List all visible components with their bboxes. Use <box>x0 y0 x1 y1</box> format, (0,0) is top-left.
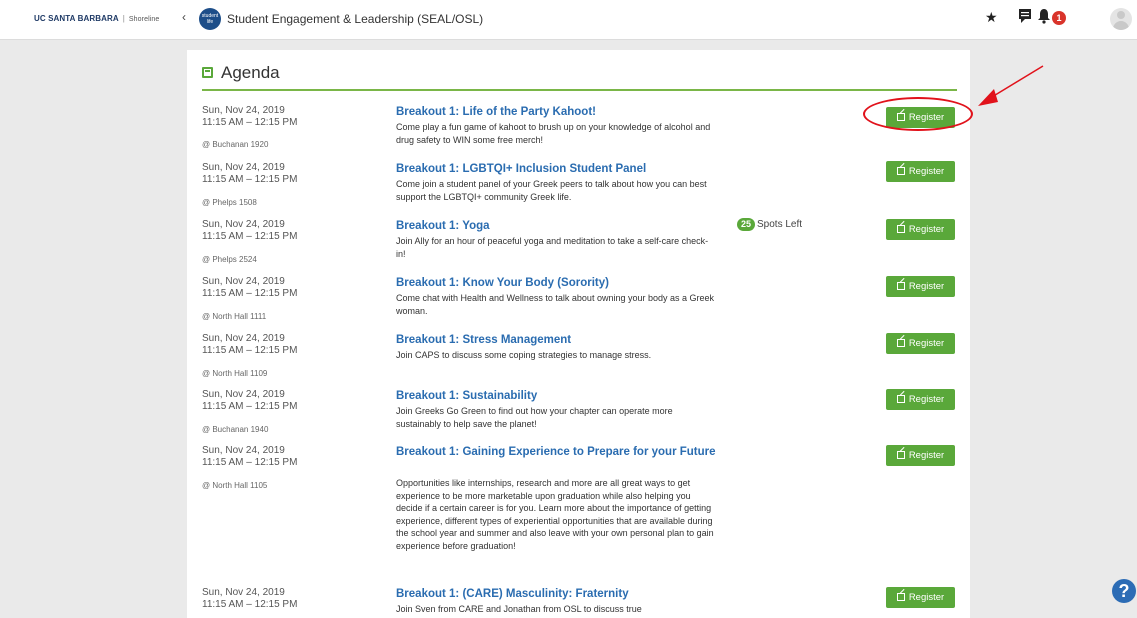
register-button[interactable]: Register <box>886 107 955 128</box>
event-date-line: Sun, Nov 24, 2019 <box>202 389 285 400</box>
event-title-link[interactable]: Breakout 1: Stress Management <box>396 333 716 348</box>
event-time: 11:15 AM – 12:15 PM <box>202 345 298 356</box>
org-logo[interactable]: student life <box>199 8 221 30</box>
event-title-link[interactable]: Breakout 1: LGBTQI+ Inclusion Student Pa… <box>396 162 716 177</box>
event-title-link[interactable]: Breakout 1: Yoga <box>396 219 716 234</box>
register-label: Register <box>908 338 945 349</box>
register-label: Register <box>908 224 945 235</box>
register-button[interactable]: Register <box>886 161 955 182</box>
event-title-link[interactable]: Breakout 1: (CARE) Masculinity: Fraterni… <box>396 587 716 602</box>
event-location: @ Phelps 1508 <box>202 198 257 207</box>
avatar-head-shape <box>1117 11 1125 19</box>
calendar-icon <box>202 67 213 78</box>
event-description: Opportunities like internships, research… <box>396 478 714 551</box>
register-button[interactable]: Register <box>886 587 955 608</box>
event-location: @ North Hall 1105 <box>202 481 268 490</box>
event-location: @ Buchanan 1920 <box>202 140 269 149</box>
notification-count-badge[interactable]: 1 <box>1052 11 1066 25</box>
event-date: Sun, Nov 24, 2019 11:15 AM – 12:15 PM <box>202 587 297 611</box>
event-date-line: Sun, Nov 24, 2019 <box>202 276 285 287</box>
event-time: 11:15 AM – 12:15 PM <box>202 457 298 468</box>
help-button[interactable]: ? <box>1112 579 1136 603</box>
org-name-link[interactable]: Student Engagement & Leadership (SEAL/OS… <box>227 12 483 26</box>
spots-left-indicator: 25 Spots Left <box>737 218 802 231</box>
event-date-line: Sun, Nov 24, 2019 <box>202 333 285 344</box>
agenda-panel: Agenda Sun, Nov 24, 2019 11:15 AM – 12:1… <box>187 50 970 618</box>
event-description: Come play a fun game of kahoot to brush … <box>396 122 711 145</box>
event-location: @ Phelps 2524 <box>202 255 257 264</box>
brand-logo[interactable]: UC SANTA BARBARA | Shoreline <box>34 14 159 23</box>
brand-separator: | <box>122 14 125 23</box>
bell-icon-glyph <box>1038 9 1050 24</box>
event-date-line: Sun, Nov 24, 2019 <box>202 445 285 456</box>
chat-icon-glyph <box>1019 9 1031 23</box>
arrow-head <box>978 89 998 106</box>
edit-icon <box>896 167 905 175</box>
event-date-line: Sun, Nov 24, 2019 <box>202 162 285 173</box>
event-date: Sun, Nov 24, 2019 11:15 AM – 12:15 PM <box>202 219 297 243</box>
register-label: Register <box>908 394 945 405</box>
event-time: 11:15 AM – 12:15 PM <box>202 231 298 242</box>
event-title-link[interactable]: Breakout 1: Know Your Body (Sorority) <box>396 276 716 291</box>
register-button[interactable]: Register <box>886 219 955 240</box>
event-location: @ Buchanan 1940 <box>202 425 269 434</box>
edit-icon <box>896 593 905 601</box>
event-date: Sun, Nov 24, 2019 11:15 AM – 12:15 PM <box>202 276 297 300</box>
edit-icon <box>896 451 905 459</box>
edit-icon <box>896 282 905 290</box>
event-date-line: Sun, Nov 24, 2019 <box>202 587 285 598</box>
event-time: 11:15 AM – 12:15 PM <box>202 288 298 299</box>
event-time: 11:15 AM – 12:15 PM <box>202 174 298 185</box>
event-title-link[interactable]: Breakout 1: Life of the Party Kahoot! <box>396 105 716 120</box>
arrow-shaft <box>986 65 1044 101</box>
register-button[interactable]: Register <box>886 445 955 466</box>
register-label: Register <box>908 592 945 603</box>
event-date-line: Sun, Nov 24, 2019 <box>202 105 285 116</box>
event-title-link[interactable]: Breakout 1: Sustainability <box>396 389 716 404</box>
spots-count-badge: 25 <box>737 218 756 231</box>
agenda-title: Agenda <box>221 63 280 82</box>
event-description: Join Sven from CARE and Jonathan from OS… <box>396 604 642 614</box>
avatar-body-shape <box>1113 21 1129 30</box>
spots-label: Spots Left <box>757 219 803 230</box>
event-description: Join Ally for an hour of peaceful yoga a… <box>396 236 709 259</box>
event-time: 11:15 AM – 12:15 PM <box>202 401 298 412</box>
chat-icon[interactable] <box>1018 8 1032 27</box>
register-label: Register <box>908 112 945 123</box>
event-date: Sun, Nov 24, 2019 11:15 AM – 12:15 PM <box>202 162 297 186</box>
event-description: Join CAPS to discuss some coping strateg… <box>396 350 652 360</box>
event-date: Sun, Nov 24, 2019 11:15 AM – 12:15 PM <box>202 333 297 357</box>
event-description: Join Greeks Go Green to find out how you… <box>396 406 673 429</box>
event-description: Come join a student panel of your Greek … <box>396 179 707 202</box>
register-button[interactable]: Register <box>886 333 955 354</box>
event-date: Sun, Nov 24, 2019 11:15 AM – 12:15 PM <box>202 445 297 469</box>
event-date: Sun, Nov 24, 2019 11:15 AM – 12:15 PM <box>202 105 297 129</box>
register-label: Register <box>908 281 945 292</box>
register-button[interactable]: Register <box>886 276 955 297</box>
back-chevron-icon[interactable]: ‹ <box>182 10 186 24</box>
event-location: @ North Hall 1111 <box>202 312 267 321</box>
event-date: Sun, Nov 24, 2019 11:15 AM – 12:15 PM <box>202 389 297 413</box>
event-description: Come chat with Health and Wellness to ta… <box>396 293 715 316</box>
brand-sub: Shoreline <box>128 16 160 23</box>
event-time: 11:15 AM – 12:15 PM <box>202 117 298 128</box>
bell-icon[interactable] <box>1037 8 1051 27</box>
event-location: @ North Hall 1109 <box>202 369 268 378</box>
event-date-line: Sun, Nov 24, 2019 <box>202 219 285 230</box>
register-label: Register <box>908 166 945 177</box>
agenda-header: Agenda <box>202 63 957 91</box>
event-time: 11:15 AM – 12:15 PM <box>202 599 298 610</box>
edit-icon <box>896 225 905 233</box>
star-icon[interactable]: ★ <box>985 9 998 26</box>
top-navigation-bar: UC SANTA BARBARA | Shoreline ‹ student lif… <box>0 0 1137 40</box>
edit-icon <box>896 113 905 121</box>
event-title-link[interactable]: Breakout 1: Gaining Experience to Prepar… <box>396 445 716 460</box>
brand-main: UC SANTA BARBARA <box>34 14 119 23</box>
user-avatar[interactable] <box>1110 8 1132 30</box>
edit-icon <box>896 395 905 403</box>
register-button[interactable]: Register <box>886 389 955 410</box>
edit-icon <box>896 339 905 347</box>
register-label: Register <box>908 450 945 461</box>
